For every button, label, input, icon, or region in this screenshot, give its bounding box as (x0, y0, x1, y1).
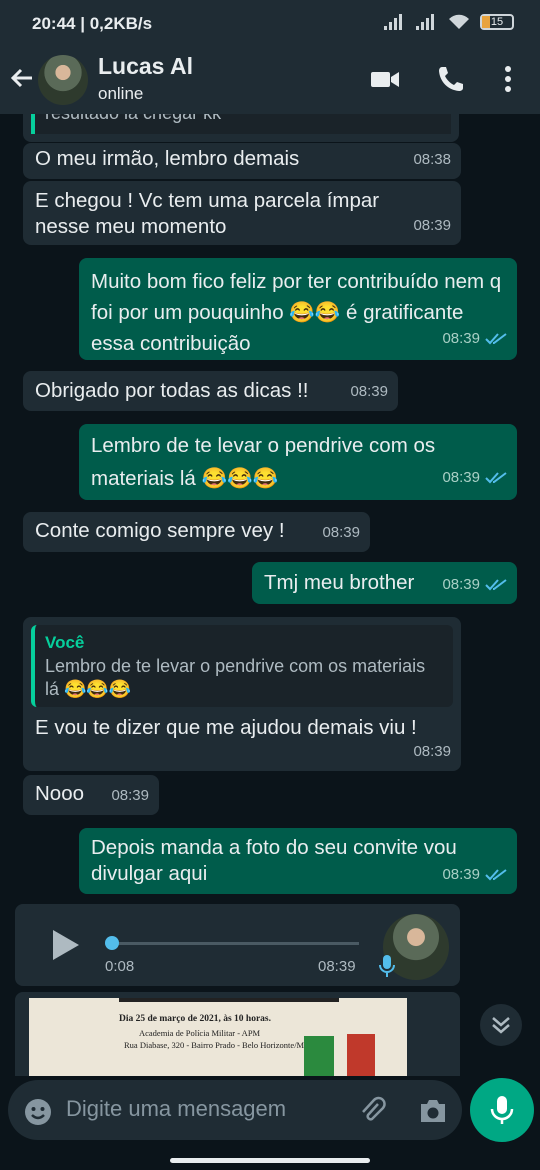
video-call-icon[interactable] (370, 64, 400, 94)
network-speed: | 0,2KB/s (80, 14, 153, 33)
contact-name[interactable]: Lucas Al (98, 53, 193, 80)
quote-text: resultado la chegar kk (31, 114, 451, 134)
menu-icon[interactable] (498, 64, 518, 94)
message-bubble[interactable]: Conte comigo sempre vey ! 08:39 (23, 512, 370, 552)
voice-call-icon[interactable] (436, 64, 466, 94)
read-ticks-icon (485, 579, 507, 591)
camera-icon[interactable] (418, 1097, 448, 1125)
attach-icon[interactable] (358, 1096, 388, 1126)
status-bar: 20:44 | 0,2KB/s 15 (0, 0, 540, 46)
partial-quoted-message[interactable]: resultado la chegar kk (23, 114, 459, 142)
message-text: E vou te dizer que me ajudou demais viu … (35, 716, 417, 739)
message-bubble[interactable]: Muito bom fico feliz por ter contribuído… (79, 258, 517, 360)
invite-line-3: Rua Diabase, 320 - Bairro Prado - Belo H… (124, 1040, 311, 1050)
quote-text: Lembro de te levar o pendrive com os mat… (45, 656, 426, 699)
battery-icon: 15 (480, 14, 514, 30)
voice-message[interactable]: 0:08 08:39 (15, 904, 460, 986)
wifi-icon (449, 14, 469, 29)
invite-line-1: Dia 25 de março de 2021, às 10 horas. (119, 1014, 271, 1024)
message-bubble-reply[interactable]: Você Lembro de te levar o pendrive com o… (23, 617, 461, 771)
read-ticks-icon (485, 332, 507, 344)
composer-bar: Digite uma mensagem (0, 1076, 540, 1170)
message-meta: 08:39 (442, 862, 507, 888)
message-bubble[interactable]: O meu irmão, lembro demais 08:38 (23, 143, 461, 179)
signal-icon (384, 14, 406, 30)
play-icon[interactable] (53, 930, 79, 960)
contact-avatar[interactable] (38, 55, 88, 105)
voice-progress-track[interactable] (113, 942, 359, 945)
status-icons: 15 (384, 14, 514, 30)
message-meta: 08:39 (111, 787, 149, 804)
signal-icon-2 (416, 14, 438, 30)
emoji-icon[interactable] (24, 1098, 52, 1126)
chat-area[interactable]: resultado la chegar kk O meu irmão, lemb… (0, 114, 540, 1076)
chat-header: Lucas Al online (0, 46, 540, 114)
back-arrow-icon[interactable] (8, 64, 36, 92)
voice-progress-handle[interactable] (105, 936, 119, 950)
message-text: Conte comigo sempre vey ! (35, 519, 285, 542)
image-message[interactable]: Dia 25 de março de 2021, às 10 horas. Ac… (15, 992, 460, 1076)
message-meta: 08:39 (322, 524, 360, 541)
message-bubble[interactable]: Obrigado por todas as dicas !! 08:39 (23, 371, 398, 411)
invitation-image[interactable]: Dia 25 de março de 2021, às 10 horas. Ac… (29, 998, 407, 1076)
voice-time: 08:39 (318, 958, 356, 975)
home-indicator (170, 1158, 370, 1163)
message-text: E chegou ! Vc tem uma parcela ímpar ness… (35, 189, 380, 238)
message-bubble[interactable]: Nooo 08:39 (23, 775, 159, 815)
read-ticks-icon (485, 869, 507, 881)
contact-status: online (98, 84, 144, 103)
message-meta: 08:39 (413, 217, 451, 234)
quoted-message[interactable]: Você Lembro de te levar o pendrive com o… (31, 625, 453, 707)
message-meta: 08:38 (413, 151, 451, 168)
double-chevron-down-icon (492, 1017, 510, 1034)
message-input[interactable]: Digite uma mensagem (8, 1080, 462, 1140)
message-placeholder: Digite uma mensagem (66, 1096, 287, 1121)
message-meta: 08:39 (350, 383, 388, 400)
message-meta: 08:39 (442, 572, 507, 598)
message-bubble[interactable]: E chegou ! Vc tem uma parcela ímpar ness… (23, 181, 461, 245)
invite-line-2: Academia de Polícia Militar - APM (139, 1028, 261, 1038)
mic-icon (379, 955, 395, 977)
status-time: 20:44 | 0,2KB/s (32, 14, 153, 33)
message-meta: 08:39 (442, 323, 507, 354)
message-text: O meu irmão, lembro demais (35, 147, 300, 170)
flag-image (304, 1036, 334, 1076)
mic-icon (490, 1096, 514, 1124)
voice-duration: 0:08 (105, 958, 135, 975)
read-ticks-icon (485, 471, 507, 483)
message-meta: 08:39 (413, 743, 451, 760)
quote-author: Você (45, 633, 85, 652)
scroll-down-button[interactable] (480, 1004, 522, 1046)
message-bubble[interactable]: Lembro de te levar o pendrive com os mat… (79, 424, 517, 500)
flag-image (347, 1034, 375, 1076)
message-bubble[interactable]: Depois manda a foto do seu convite vou d… (79, 828, 517, 894)
message-bubble[interactable]: Tmj meu brother 08:39 (252, 562, 517, 604)
voice-record-button[interactable] (470, 1078, 534, 1142)
message-meta: 08:39 (442, 461, 507, 494)
message-text: Obrigado por todas as dicas !! (35, 379, 309, 402)
